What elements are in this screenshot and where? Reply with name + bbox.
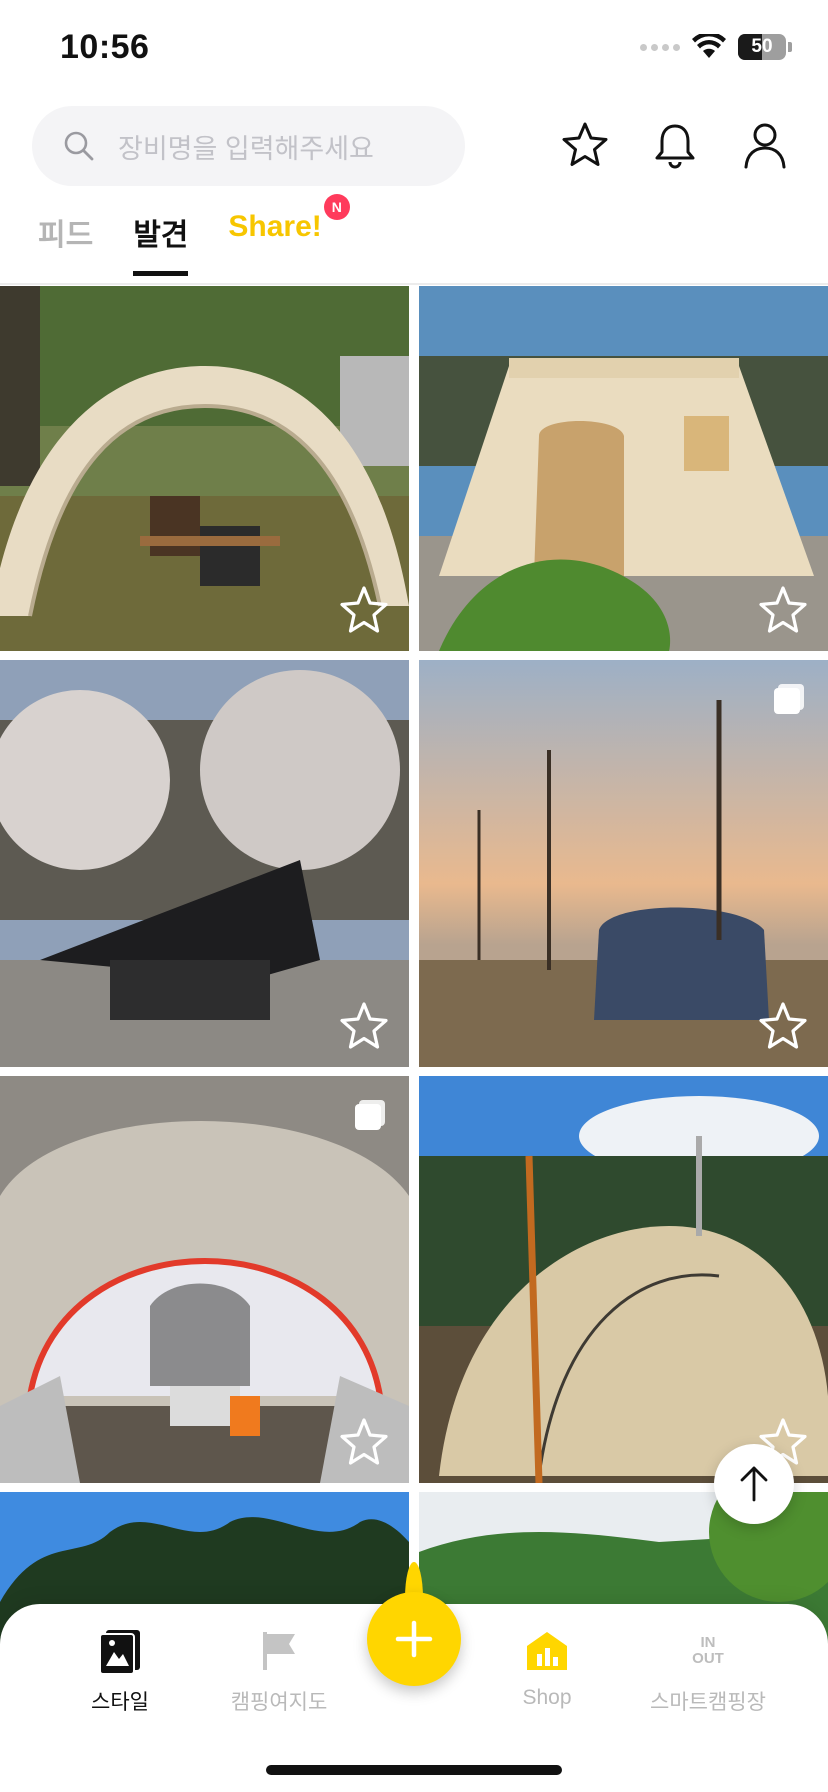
cellular-signal-icon [640, 43, 680, 51]
add-icon [395, 1620, 433, 1658]
battery-level: 50 [751, 36, 773, 57]
multiple-photos-icon [774, 684, 804, 714]
home-indicator [266, 1765, 562, 1775]
divider [0, 283, 828, 285]
new-badge: N [323, 194, 350, 220]
status-indicators: 50 [640, 34, 792, 60]
favorites-button[interactable] [554, 114, 616, 176]
tab-bar: 피드 발견 Share! N [38, 194, 362, 285]
nav-shop-label: Shop [522, 1686, 572, 1709]
nav-camping-map[interactable]: 캠핑여지도 [199, 1626, 359, 1716]
nav-style-label: 스타일 [91, 1691, 149, 1714]
bell-icon [655, 124, 695, 169]
multiple-photos-icon [355, 1100, 385, 1130]
profile-button[interactable] [734, 114, 796, 176]
nav-shop[interactable]: Shop [467, 1626, 627, 1710]
shop-icon [527, 1632, 567, 1670]
photo-card[interactable] [419, 286, 828, 651]
favorite-star-icon[interactable] [337, 1415, 391, 1469]
status-time: 10:56 [60, 28, 150, 66]
wifi-icon [692, 34, 726, 58]
tab-discover[interactable]: 발견 [133, 210, 189, 276]
tab-share[interactable]: Share! N [228, 194, 350, 262]
nav-smart-campsite[interactable]: IN OUT 스마트캠핑장 [628, 1626, 788, 1716]
in-out-top: IN [700, 1634, 716, 1651]
favorite-star-icon[interactable] [756, 999, 810, 1053]
in-out-icon: IN OUT [683, 1626, 733, 1676]
arrow-up-icon [740, 1466, 768, 1502]
photo-card[interactable] [0, 1076, 409, 1483]
status-bar: 10:56 50 [0, 0, 828, 100]
search-icon [64, 131, 94, 161]
flag-icon [263, 1632, 295, 1670]
nav-smart-campsite-label: 스마트캠핑장 [650, 1691, 766, 1714]
search-input[interactable]: 장비명을 입력해주세요 [32, 106, 465, 186]
favorite-star-icon[interactable] [337, 999, 391, 1053]
favorite-star-icon[interactable] [756, 583, 810, 637]
notifications-button[interactable] [644, 114, 706, 176]
header: 장비명을 입력해주세요 [32, 106, 796, 186]
photo-card[interactable] [0, 660, 409, 1067]
profile-icon [744, 123, 786, 169]
photo-card[interactable] [419, 660, 828, 1067]
scroll-top-button[interactable] [714, 1444, 794, 1524]
in-out-bottom: OUT [692, 1650, 724, 1667]
photo-card[interactable] [419, 1076, 828, 1483]
tab-feed[interactable]: 피드 [38, 210, 93, 272]
favorite-star-icon[interactable] [337, 583, 391, 637]
battery-icon: 50 [738, 34, 786, 60]
photo-card[interactable] [0, 286, 409, 651]
add-post-button[interactable] [367, 1592, 461, 1686]
nav-camping-map-label: 캠핑여지도 [230, 1691, 328, 1714]
nav-style[interactable]: 스타일 [40, 1626, 200, 1716]
tab-share-label: Share! [228, 210, 322, 243]
star-outline-icon [562, 122, 608, 166]
style-icon [99, 1630, 140, 1674]
search-placeholder: 장비명을 입력해주세요 [118, 133, 374, 164]
